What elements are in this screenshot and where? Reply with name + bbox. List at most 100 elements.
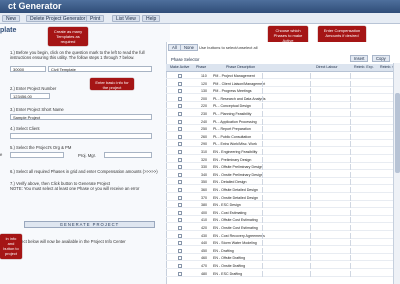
reimb-exp-cell[interactable] — [310, 225, 350, 231]
direct-labour-cell[interactable] — [262, 156, 310, 163]
client-select[interactable] — [10, 133, 152, 139]
table-row[interactable]: 450 EN - Drafting — [166, 247, 400, 254]
reimb-exp-cell[interactable] — [310, 95, 350, 102]
direct-labour-cell[interactable] — [262, 194, 310, 201]
make-active-checkbox[interactable] — [178, 142, 182, 147]
reimb-exp-cell[interactable] — [310, 171, 350, 178]
reimb-con-cell[interactable] — [350, 88, 390, 95]
reimb-con-cell[interactable] — [350, 187, 390, 193]
reimb-con-cell[interactable] — [350, 232, 390, 239]
reimb-con-cell[interactable] — [350, 156, 390, 163]
reimb-con-cell[interactable] — [350, 141, 390, 148]
reimb-con-cell[interactable] — [350, 240, 390, 247]
make-active-checkbox[interactable] — [178, 127, 182, 132]
direct-labour-cell[interactable] — [262, 80, 310, 87]
reimb-con-cell[interactable] — [350, 209, 390, 216]
org-select[interactable] — [10, 152, 64, 158]
reimb-con-cell[interactable] — [350, 80, 390, 87]
direct-labour-cell[interactable] — [262, 149, 310, 155]
reimb-con-cell[interactable] — [350, 247, 390, 254]
direct-labour-cell[interactable] — [262, 88, 310, 95]
direct-labour-cell[interactable] — [262, 118, 310, 125]
make-active-checkbox[interactable] — [178, 188, 182, 192]
reimb-exp-cell[interactable] — [310, 240, 350, 247]
make-active-checkbox[interactable] — [178, 218, 182, 223]
make-active-checkbox[interactable] — [178, 134, 182, 139]
reimb-exp-cell[interactable] — [310, 88, 350, 95]
make-active-checkbox[interactable] — [178, 210, 182, 215]
make-active-checkbox[interactable] — [178, 264, 182, 268]
table-row[interactable]: 370 EN - Onsite Detailed Design — [166, 194, 400, 201]
make-active-checkbox[interactable] — [178, 241, 182, 246]
pm-select[interactable] — [104, 152, 152, 158]
reimb-con-cell[interactable] — [350, 95, 390, 102]
reimb-exp-cell[interactable] — [310, 141, 350, 148]
table-row[interactable]: 350 EN - Detailed Design — [166, 179, 400, 186]
reimb-exp-cell[interactable] — [310, 232, 350, 239]
direct-labour-cell[interactable] — [262, 141, 310, 148]
table-row[interactable]: 120 PM - Client Liaison/Management — [166, 80, 400, 87]
table-row[interactable]: 460 EN - Offsite Drafting — [166, 255, 400, 262]
reimb-con-cell[interactable] — [350, 263, 390, 269]
new-button[interactable]: New — [2, 15, 21, 22]
direct-labour-cell[interactable] — [262, 133, 310, 140]
scroll-thumb[interactable] — [395, 93, 400, 173]
make-active-checkbox[interactable] — [178, 89, 182, 94]
reimb-con-cell[interactable] — [350, 194, 390, 201]
list-view-button[interactable]: List View — [112, 15, 140, 22]
make-active-checkbox[interactable] — [178, 74, 182, 78]
direct-labour-cell[interactable] — [262, 103, 310, 110]
reimb-con-cell[interactable] — [350, 179, 390, 186]
make-active-checkbox[interactable] — [178, 157, 182, 162]
table-row[interactable]: 310 EN - Engineering Feasibility — [166, 149, 400, 155]
direct-labour-cell[interactable] — [262, 202, 310, 209]
direct-labour-cell[interactable] — [262, 232, 310, 239]
reimb-exp-cell[interactable] — [310, 194, 350, 201]
table-row[interactable]: 440 EN - Storm Water Modeling — [166, 240, 400, 247]
make-active-checkbox[interactable] — [178, 119, 182, 124]
table-row[interactable]: 330 EN - Offsite Preliminary Design — [166, 164, 400, 171]
select-all-button[interactable]: All — [168, 44, 181, 51]
reimb-con-cell[interactable] — [350, 149, 390, 155]
reimb-exp-cell[interactable] — [310, 187, 350, 193]
direct-labour-cell[interactable] — [262, 263, 310, 269]
reimb-exp-cell[interactable] — [310, 133, 350, 140]
direct-labour-cell[interactable] — [262, 95, 310, 102]
reimb-exp-cell[interactable] — [310, 80, 350, 87]
make-active-checkbox[interactable] — [178, 256, 182, 261]
direct-labour-cell[interactable] — [262, 111, 310, 117]
reimb-exp-cell[interactable] — [310, 255, 350, 262]
direct-labour-cell[interactable] — [262, 217, 310, 224]
table-row[interactable]: 480 EN - ESC Drafting — [166, 270, 400, 277]
reimb-exp-cell[interactable] — [310, 103, 350, 110]
make-active-checkbox[interactable] — [178, 248, 182, 253]
reimb-con-cell[interactable] — [350, 225, 390, 231]
project-code-field[interactable]: 30000 — [10, 66, 46, 72]
make-active-checkbox[interactable] — [178, 96, 182, 101]
table-row[interactable]: 220 PL - Conceptual Design — [166, 103, 400, 110]
table-row[interactable]: 110 PM - Project Management — [166, 73, 400, 79]
reimb-exp-cell[interactable] — [310, 149, 350, 155]
table-row[interactable]: 380 EN - ESC Design — [166, 202, 400, 209]
make-active-checkbox[interactable] — [178, 195, 182, 200]
reimb-con-cell[interactable] — [350, 255, 390, 262]
print-button[interactable]: Print — [86, 15, 105, 22]
reimb-con-cell[interactable] — [350, 171, 390, 178]
reimb-con-cell[interactable] — [350, 217, 390, 224]
template-name-field[interactable]: Civil Template — [48, 66, 152, 72]
reimb-exp-cell[interactable] — [310, 156, 350, 163]
direct-labour-cell[interactable] — [262, 247, 310, 254]
reimb-exp-cell[interactable] — [310, 126, 350, 133]
reimb-con-cell[interactable] — [350, 111, 390, 117]
reimb-con-cell[interactable] — [350, 164, 390, 171]
table-row[interactable]: 230 PL - Planning Feasibility — [166, 111, 400, 117]
table-row[interactable]: 130 PM - Progress Meetings — [166, 88, 400, 95]
insert-button[interactable]: Insert — [350, 55, 369, 62]
table-row[interactable]: 410 EN - Offsite Cost Estimating — [166, 217, 400, 224]
reimb-con-cell[interactable] — [350, 118, 390, 125]
reimb-exp-cell[interactable] — [310, 111, 350, 117]
short-name-field[interactable]: Sample Project — [10, 114, 152, 120]
table-row[interactable]: 240 PL - Application Processing — [166, 118, 400, 125]
make-active-checkbox[interactable] — [178, 150, 182, 154]
make-active-checkbox[interactable] — [178, 180, 182, 185]
